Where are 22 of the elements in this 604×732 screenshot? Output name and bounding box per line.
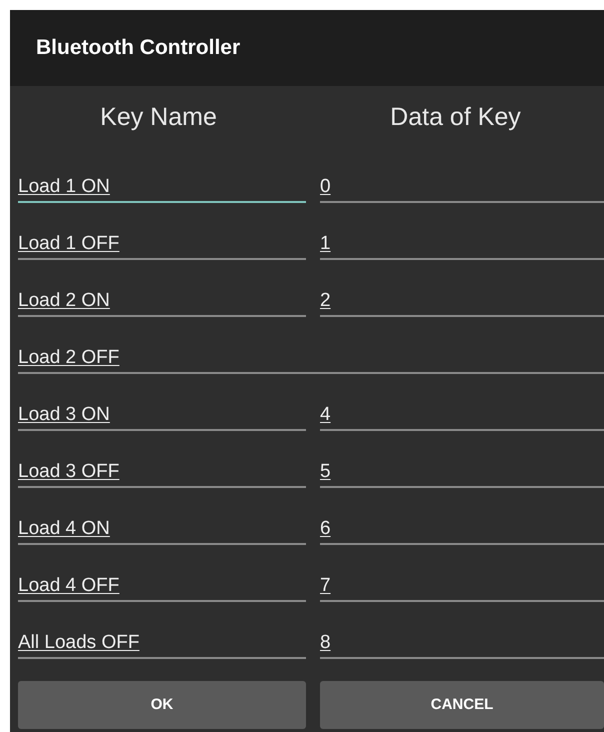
key-name-field[interactable]: Load 3 ON [18,401,306,431]
key-data-field[interactable]: 4 [320,401,604,431]
key-name-field[interactable]: Load 1 ON [18,173,306,203]
cancel-button[interactable]: CANCEL [320,681,604,729]
key-name-field[interactable]: Load 4 OFF [18,572,306,602]
column-header: Key Name [100,102,217,134]
key-data-field[interactable]: 7 [320,572,604,602]
dialog-title: Bluetooth Controller [36,35,240,62]
key-name-field[interactable]: Load 4 ON [18,515,306,545]
key-name-field[interactable]: Load 1 OFF [18,230,306,260]
key-data-field[interactable]: 5 [320,458,604,488]
key-name-field[interactable]: Load 3 OFF [18,458,306,488]
ok-button[interactable]: OK [18,681,306,729]
key-name-field[interactable]: All Loads OFF [18,629,306,659]
key-data-field[interactable]: 2 [320,287,604,317]
key-data-field[interactable]: 1 [320,230,604,260]
key-data-field[interactable]: 8 [320,629,604,659]
key-name-field[interactable]: Load 2 ON [18,287,306,317]
key-data-field[interactable]: 6 [320,515,604,545]
column-header: Data of Key [390,102,521,134]
key-name-field[interactable]: Load 2 OFF [18,344,604,374]
key-data-field[interactable]: 0 [320,173,604,203]
